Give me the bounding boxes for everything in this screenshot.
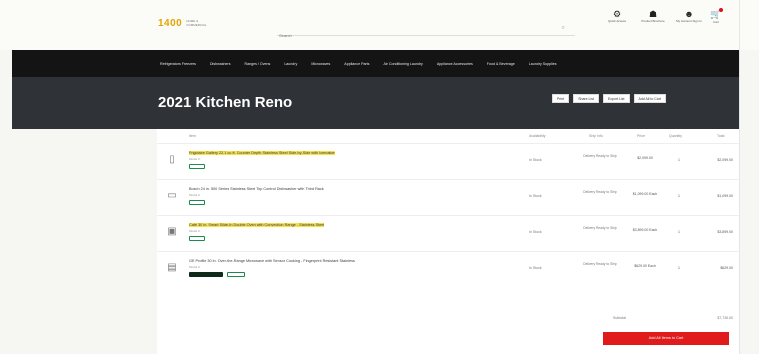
- product-name[interactable]: GE Profile 30 in. Over-the-Range Microwa…: [189, 259, 519, 264]
- unit-price: $629.00 Each: [634, 264, 656, 268]
- col-head-shipping: Ship Info: [589, 134, 603, 138]
- quantity-field[interactable]: 1: [671, 230, 687, 234]
- nav-item-dishwashers[interactable]: Dishwashers: [210, 62, 231, 66]
- nav-item-ranges[interactable]: Ranges / Ovens: [245, 62, 271, 66]
- line-total: $629.00: [720, 266, 733, 270]
- header-quick-access[interactable]: ⚙ Quick Access: [604, 8, 630, 24]
- page-banner: 2021 Kitchen Reno Print Share List Expor…: [12, 77, 739, 129]
- list-actions: Print Share List Export List Add All to …: [552, 94, 666, 103]
- microwave-thumb-icon[interactable]: ▤: [163, 260, 181, 276]
- nav-item-food-beverage[interactable]: Food & Beverage: [487, 62, 515, 66]
- cart-label: Cart: [713, 20, 719, 24]
- line-total: $1,099.00: [717, 194, 733, 198]
- header-account[interactable]: ☻ My Account Sign In: [676, 8, 702, 24]
- availability: In Stock: [529, 194, 542, 198]
- site-header: 1400 HOME & COMMERCIAL ⌕ ⚙ Quick Access …: [0, 0, 759, 50]
- site-logo[interactable]: 1400 HOME & COMMERCIAL: [158, 18, 216, 29]
- search-input[interactable]: [277, 30, 537, 41]
- product-name[interactable]: Bosch 24 in. 500 Series Stainless Steel …: [189, 187, 519, 192]
- col-head-quantity: Quantity: [669, 134, 683, 138]
- share-list-button[interactable]: Share List: [573, 94, 599, 103]
- product-name-text: Frigidaire Gallery 22.1 cu ft. Counter D…: [189, 151, 335, 155]
- availability: In Stock: [529, 230, 542, 234]
- status-badge: [189, 200, 205, 205]
- nav-item-microwaves[interactable]: Microwaves: [311, 62, 330, 66]
- col-head-item: Item: [189, 134, 196, 138]
- availability: In Stock: [529, 158, 542, 162]
- col-head-price: Price: [637, 134, 645, 138]
- subtotal-value: $7,726.00: [717, 316, 733, 320]
- header-actions: ⚙ Quick Access ☗ Product Brochure ☻ My A…: [604, 8, 702, 24]
- availability: In Stock: [529, 266, 542, 270]
- nav-item-accessories[interactable]: Appliance Accessories: [437, 62, 473, 66]
- col-head-availability: Availability: [529, 134, 546, 138]
- header-brochure-label: Product Brochure: [641, 19, 665, 23]
- add-all-to-cart-button[interactable]: Add All to Cart: [633, 94, 666, 103]
- nav-item-laundry-supplies[interactable]: Laundry Supplies: [529, 62, 557, 66]
- logo-tagline: HOME & COMMERCIAL: [186, 19, 207, 27]
- ship-info: Delivery Ready to Ship: [583, 226, 617, 230]
- status-badge: [227, 272, 245, 277]
- ship-info: Delivery Ready to Ship: [583, 262, 617, 266]
- page-title: 2021 Kitchen Reno: [158, 94, 293, 111]
- range-thumb-icon[interactable]: ▣: [163, 224, 181, 240]
- export-list-button[interactable]: Export List: [602, 94, 630, 103]
- header-quick-access-label: Quick Access: [607, 19, 626, 23]
- product-sku: Model #:: [189, 193, 201, 197]
- line-total: $3,899.00: [717, 230, 733, 234]
- cart-badge: [719, 8, 723, 12]
- product-name-text: Café 30 in. Smart Slide-In Double Oven w…: [189, 223, 325, 227]
- col-head-total: Total: [717, 134, 725, 138]
- list-table: Item Availability Ship Info Price Quanti…: [157, 129, 739, 354]
- nav-item-refrigerators[interactable]: Refrigerators Freezers: [160, 62, 196, 66]
- nav-item-laundry[interactable]: Laundry: [284, 62, 297, 66]
- product-sku: Model #:: [189, 229, 201, 233]
- cart-button[interactable]: 🛒 Cart: [708, 8, 724, 24]
- ship-info: Delivery Ready to Ship: [583, 190, 617, 194]
- search-icon[interactable]: ⌕: [562, 25, 565, 32]
- line-total: $2,099.00: [717, 158, 733, 162]
- quantity-field[interactable]: 1: [671, 266, 687, 270]
- fridge-thumb-icon[interactable]: ▯: [163, 152, 181, 168]
- nav-item-parts[interactable]: Appliance Parts: [344, 62, 369, 66]
- status-badge: [189, 272, 223, 277]
- category-nav: Refrigerators Freezers Dishwashers Range…: [12, 50, 739, 77]
- product-name[interactable]: Frigidaire Gallery 22.1 cu ft. Counter D…: [189, 151, 519, 156]
- status-badge: [189, 236, 205, 241]
- nav-item-air-conditioning[interactable]: Air Conditioning Laundry: [383, 62, 422, 66]
- unit-price: $3,899.00 Each: [632, 228, 658, 232]
- add-all-items-button[interactable]: Add All Items to Cart: [603, 332, 729, 345]
- search-bar: ⌕: [277, 24, 575, 41]
- product-name[interactable]: Café 30 in. Smart Slide-In Double Oven w…: [189, 223, 519, 228]
- ship-info: Delivery Ready to Ship: [583, 154, 617, 158]
- product-sku: Model #:: [189, 157, 201, 161]
- print-button[interactable]: Print: [552, 94, 570, 103]
- quantity-field[interactable]: 1: [671, 194, 687, 198]
- page-edge-divider: [739, 0, 740, 354]
- dishwasher-thumb-icon[interactable]: ▭: [163, 188, 181, 204]
- quantity-field[interactable]: 1: [671, 158, 687, 162]
- header-account-label: My Account Sign In: [676, 19, 702, 23]
- product-sku: Model #:: [189, 265, 201, 269]
- table-row: ▭ Bosch 24 in. 500 Series Stainless Stee…: [157, 179, 739, 215]
- subtotal-label: Subtotal: [613, 316, 626, 320]
- table-row: ▯ Frigidaire Gallery 22.1 cu ft. Counter…: [157, 143, 739, 179]
- status-badge: [189, 164, 205, 169]
- unit-price: $1,099.00 Each: [632, 192, 658, 196]
- unit-price: $2,099.00: [637, 156, 653, 160]
- logo-mark: 1400: [158, 18, 183, 29]
- header-brochure[interactable]: ☗ Product Brochure: [640, 8, 666, 24]
- table-row: ▤ GE Profile 30 in. Over-the-Range Micro…: [157, 251, 739, 287]
- table-row: ▣ Café 30 in. Smart Slide-In Double Oven…: [157, 215, 739, 251]
